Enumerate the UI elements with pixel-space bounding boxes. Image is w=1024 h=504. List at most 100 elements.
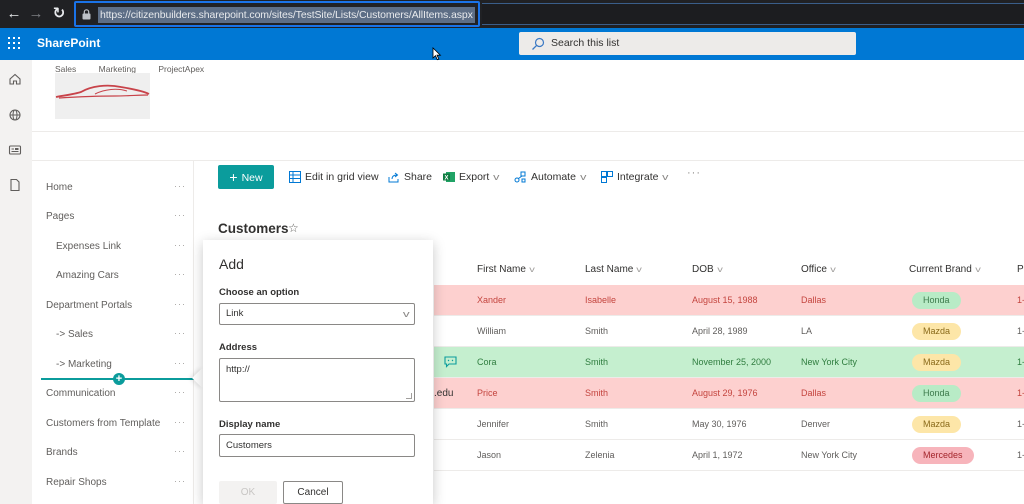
cell-first-name: Cora (477, 357, 497, 367)
column-header-first-name[interactable]: First Name v (477, 256, 535, 284)
ok-button[interactable]: OK (219, 481, 277, 504)
globe-icon[interactable] (8, 108, 22, 122)
chevron-down-icon: v (636, 265, 643, 274)
app-name[interactable]: SharePoint (37, 36, 100, 50)
arrow-right-icon[interactable]: → (26, 4, 46, 24)
edit-grid-view-button[interactable]: Edit in grid view (289, 170, 379, 184)
comment-icon[interactable] (444, 356, 457, 368)
cell-first-name: Xander (477, 295, 507, 305)
table-row[interactable]: Price Smith August 29, 1976 Dallas 1- Honda .e… (434, 378, 1024, 409)
news-icon[interactable] (8, 143, 22, 157)
cell-phone: 1- (1017, 388, 1024, 398)
column-header-office[interactable]: Office v (801, 256, 836, 284)
more-options-icon[interactable]: ··· (174, 438, 186, 464)
quick-launch-item[interactable]: Pages ··· (32, 202, 194, 231)
app-launcher-icon[interactable] (8, 37, 20, 49)
address-input[interactable]: http:// (219, 358, 415, 402)
reload-icon[interactable]: ↻ (49, 4, 69, 24)
resize-handle-icon[interactable] (406, 393, 412, 399)
more-options-icon[interactable]: ··· (174, 409, 186, 435)
table-row[interactable]: William Smith April 28, 1989 LA 1- Mazda (434, 316, 1024, 347)
add-link-plus-icon[interactable]: + (113, 373, 125, 385)
quick-launch-item[interactable]: Department Portals ··· (32, 291, 194, 320)
column-header-current-brand[interactable]: Current Brand v (909, 256, 981, 284)
cell-phone: 1- (1017, 450, 1024, 460)
quick-launch-item[interactable]: Repair Shops ··· (32, 468, 194, 497)
table-row[interactable]: Cora Smith November 25, 2000 New York City 1… (434, 347, 1024, 378)
integrate-button[interactable]: Integrate v (601, 170, 669, 184)
arrow-left-icon[interactable]: ← (4, 4, 24, 24)
more-options-icon[interactable]: ··· (174, 379, 186, 405)
more-options-icon[interactable]: ··· (174, 261, 186, 287)
brand-pill: Honda (912, 385, 961, 402)
new-button[interactable]: + New (218, 165, 274, 189)
svg-text:X: X (445, 176, 449, 182)
share-label: Share (404, 171, 433, 183)
quick-launch-item[interactable]: -> Marketing ··· (32, 350, 194, 379)
new-button-label: New (241, 172, 263, 184)
chevron-down-icon: v (830, 265, 836, 274)
table-row[interactable]: Xander Isabelle August 15, 1988 Dallas 1- Hon… (434, 285, 1024, 316)
plus-icon: + (229, 169, 238, 185)
address-bar[interactable]: https://citizenbuilders.sharepoint.com/s… (74, 1, 480, 27)
brand-pill: Mazda (912, 416, 962, 433)
more-options-icon[interactable]: ··· (174, 232, 186, 258)
site-nav-link-projectapex[interactable]: ProjectApex (158, 64, 204, 74)
quick-launch-item[interactable]: Brands ··· (32, 438, 194, 467)
more-commands-icon[interactable]: ··· (687, 167, 701, 179)
share-icon (388, 172, 399, 183)
home-icon[interactable] (8, 72, 22, 86)
more-options-icon[interactable]: ··· (174, 320, 186, 346)
column-header-label: First Name (477, 264, 526, 275)
option-dropdown[interactable]: Link v (219, 303, 415, 325)
column-header-label: Ph (1017, 264, 1024, 275)
table-row[interactable]: Jennifer Smith May 30, 1976 Denver 1- Mazda (434, 409, 1024, 440)
document-icon[interactable] (8, 178, 22, 192)
table-row[interactable]: Jason Zelenia April 1, 1972 New York City 1-… (434, 440, 1024, 471)
column-header-last-name[interactable]: Last Name v (585, 256, 643, 284)
search-placeholder: Search this list (551, 37, 620, 49)
more-options-icon[interactable]: ··· (174, 291, 186, 317)
cell-first-name: Jason (477, 450, 502, 460)
quick-launch-label: -> Sales (56, 329, 93, 340)
more-options-icon[interactable]: ··· (174, 468, 186, 494)
quick-launch-item[interactable]: Customers from Template ··· (32, 409, 194, 438)
cell-office: Denver (801, 419, 831, 429)
quick-launch-item[interactable]: Amazing Cars ··· (32, 261, 194, 290)
option-value: Link (226, 308, 244, 319)
url-text[interactable]: https://citizenbuilders.sharepoint.com/s… (98, 7, 475, 23)
quick-launch-item[interactable]: Expenses Link ··· (32, 232, 194, 261)
address-value: http:// (226, 364, 250, 375)
display-name-input[interactable]: Customers (219, 434, 415, 457)
brand-pill: Mazda (912, 354, 962, 371)
cell-last-name: Smith (585, 326, 609, 336)
mouse-cursor-icon (432, 47, 442, 61)
cell-dob: April 28, 1989 (692, 326, 748, 336)
cell-office: New York City (801, 450, 858, 460)
cell-dob: May 30, 1976 (692, 419, 747, 429)
edit-grid-view-label: Edit in grid view (305, 171, 379, 183)
search-input[interactable]: Search this list (519, 32, 856, 55)
more-options-icon[interactable]: ··· (174, 202, 186, 228)
export-button[interactable]: X Export v (443, 170, 500, 184)
cancel-button[interactable]: Cancel (283, 481, 343, 504)
share-button[interactable]: Share (388, 170, 432, 184)
more-options-icon[interactable]: ··· (174, 173, 186, 199)
more-options-icon[interactable]: ··· (174, 350, 186, 376)
site-logo[interactable] (55, 73, 150, 119)
column-header-dob[interactable]: DOB v (692, 256, 722, 284)
chevron-down-icon: v (529, 265, 535, 274)
column-header-label: Current Brand (909, 264, 972, 275)
quick-launch-label: Amazing Cars (56, 270, 119, 281)
lock-icon (82, 9, 91, 20)
quick-launch-item[interactable]: Communication ··· (32, 379, 194, 408)
brand-pill: Mercedes (912, 447, 974, 464)
quick-launch-item[interactable]: -> Sales ··· (32, 320, 194, 349)
quick-launch-item[interactable]: Home ··· (32, 173, 194, 202)
cell-last-name: Smith (585, 419, 609, 429)
automate-button[interactable]: Automate v (514, 170, 586, 184)
favorite-star-icon[interactable]: ☆ (288, 221, 299, 235)
chevron-down-icon: v (975, 265, 981, 274)
list-title: Customers (218, 221, 289, 236)
column-header-phone[interactable]: Ph (1017, 256, 1024, 284)
